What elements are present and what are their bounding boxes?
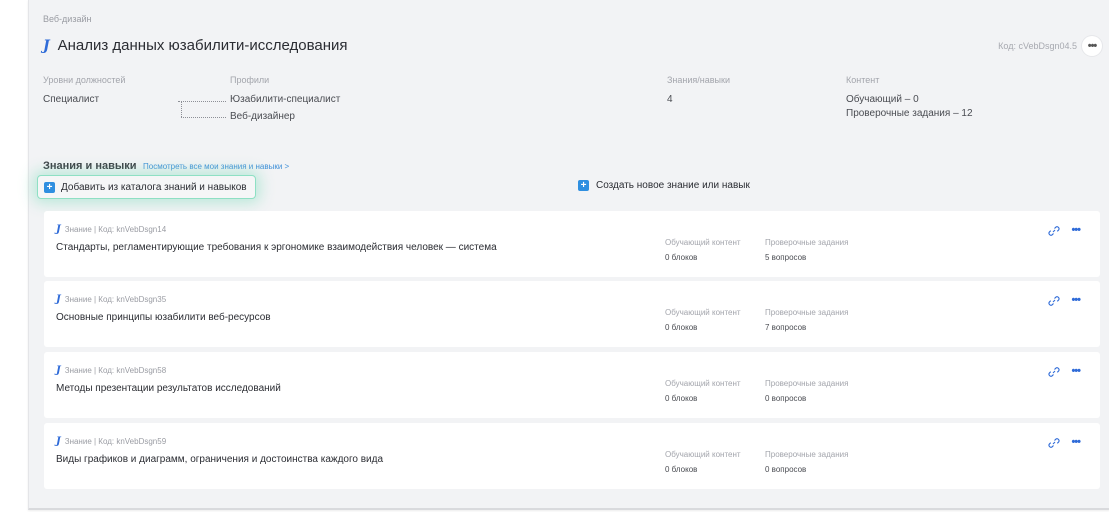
knowledge-card[interactable]: J Знание | Код: knVebDsgn59 Виды графиков… xyxy=(44,423,1100,489)
more-dots-icon[interactable]: ••• xyxy=(1071,365,1081,377)
knowledge-card[interactable]: J Знание | Код: knVebDsgn14 Стандарты, ре… xyxy=(44,211,1100,277)
skills-count-value: 4 xyxy=(667,94,673,105)
page-title: Анализ данных юзабилити-исследования xyxy=(57,37,348,54)
create-new-label: Создать новое знание или навык xyxy=(596,180,750,191)
learning-content-value: 0 блоков xyxy=(665,323,698,332)
link-icon[interactable] xyxy=(1048,437,1060,449)
link-icon[interactable] xyxy=(1048,295,1060,307)
link-icon[interactable] xyxy=(1048,225,1060,237)
card-code: Знание | Код: knVebDsgn59 xyxy=(64,437,167,446)
tasks-label: Проверочные задания xyxy=(765,450,849,459)
tasks-label: Проверочные задания xyxy=(765,238,849,247)
card-code: Знание | Код: knVebDsgn58 xyxy=(64,366,167,375)
view-all-link[interactable]: Посмотреть все мои знания и навыки > xyxy=(143,162,289,171)
more-dots-icon[interactable]: ••• xyxy=(1071,224,1081,236)
learning-content-value: 0 блоков xyxy=(665,394,698,403)
content-learning: Обучающий – 0 xyxy=(846,94,919,105)
more-dots-icon[interactable]: ••• xyxy=(1071,294,1081,306)
tree-connector-vertical xyxy=(181,101,182,117)
j-logo-icon: J xyxy=(56,365,61,376)
skills-count-label: Знания/навыки xyxy=(667,75,730,85)
plus-icon: + xyxy=(44,181,55,193)
card-title[interactable]: Виды графиков и диаграмм, ограничения и … xyxy=(56,454,383,465)
skill-panel: Веб-дизайн J Анализ данных юзабилити-исс… xyxy=(28,0,1109,510)
j-logo-icon: J xyxy=(56,224,61,235)
j-logo-icon: J xyxy=(56,294,61,305)
card-title[interactable]: Основные принципы юзабилити веб-ресурсов xyxy=(56,312,271,323)
card-meta: J Знание | Код: knVebDsgn58 xyxy=(56,365,166,376)
more-dots-icon[interactable]: ••• xyxy=(1071,436,1081,448)
create-new-button[interactable]: + Создать новое знание или навык xyxy=(578,180,750,191)
content-label: Контент xyxy=(846,75,880,85)
tasks-label: Проверочные задания xyxy=(765,379,849,388)
learning-content-label: Обучающий контент xyxy=(665,450,741,459)
j-logo-icon: J xyxy=(56,436,61,447)
title-row: J Анализ данных юзабилити-исследования xyxy=(43,37,348,54)
profiles-label: Профили xyxy=(230,75,270,85)
breadcrumb[interactable]: Веб-дизайн xyxy=(43,14,91,24)
add-from-catalog-label: Добавить из каталога знаний и навыков xyxy=(61,181,247,193)
more-options-button[interactable]: ••• xyxy=(1082,36,1102,56)
tree-connector-branch xyxy=(181,117,226,118)
card-meta: J Знание | Код: knVebDsgn14 xyxy=(56,224,166,235)
plus-icon: + xyxy=(578,180,589,191)
section-title: Знания и навыки xyxy=(43,160,137,172)
content-tasks: Проверочные задания – 12 xyxy=(846,108,973,119)
tasks-value: 5 вопросов xyxy=(765,253,807,262)
link-icon[interactable] xyxy=(1048,366,1060,378)
add-from-catalog-button[interactable]: + Добавить из каталога знаний и навыков xyxy=(37,175,256,199)
card-meta: J Знание | Код: knVebDsgn59 xyxy=(56,436,166,447)
j-logo-icon: J xyxy=(43,37,50,54)
card-title[interactable]: Стандарты, регламентирующие требования к… xyxy=(56,242,497,253)
card-meta: J Знание | Код: knVebDsgn35 xyxy=(56,294,166,305)
learning-content-value: 0 блоков xyxy=(665,465,698,474)
card-code: Знание | Код: knVebDsgn14 xyxy=(64,225,167,234)
knowledge-card[interactable]: J Знание | Код: knVebDsgn58 Методы презен… xyxy=(44,352,1100,418)
tasks-label: Проверочные задания xyxy=(765,308,849,317)
levels-label: Уровни должностей xyxy=(43,75,126,85)
learning-content-label: Обучающий контент xyxy=(665,238,741,247)
learning-content-value: 0 блоков xyxy=(665,253,698,262)
profile-item[interactable]: Юзабилити-специалист xyxy=(230,94,340,105)
learning-content-label: Обучающий контент xyxy=(665,308,741,317)
tasks-value: 0 вопросов xyxy=(765,394,807,403)
card-title[interactable]: Методы презентации результатов исследова… xyxy=(56,383,281,394)
skill-code: Код: cVebDsgn04.5 xyxy=(998,41,1077,51)
more-dots-icon: ••• xyxy=(1087,40,1098,52)
knowledge-card[interactable]: J Знание | Код: knVebDsgn35 Основные прин… xyxy=(44,281,1100,347)
profile-item[interactable]: Веб-дизайнер xyxy=(230,111,295,122)
levels-value: Специалист xyxy=(43,94,100,105)
tasks-value: 7 вопросов xyxy=(765,323,807,332)
learning-content-label: Обучающий контент xyxy=(665,379,741,388)
card-code: Знание | Код: knVebDsgn35 xyxy=(64,295,167,304)
tree-connector xyxy=(178,101,226,102)
tasks-value: 0 вопросов xyxy=(765,465,807,474)
